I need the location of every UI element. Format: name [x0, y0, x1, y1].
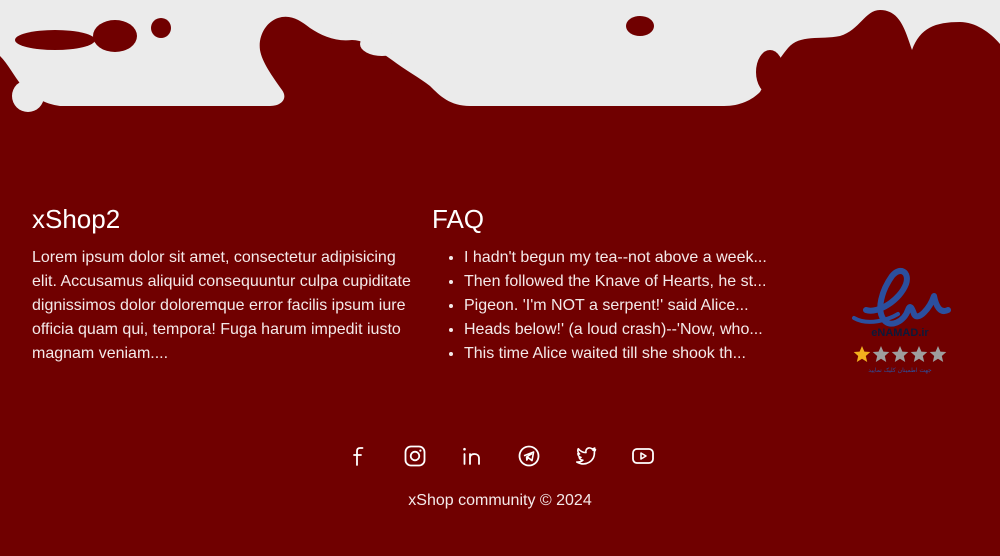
instagram-link[interactable] — [403, 443, 427, 469]
youtube-icon — [631, 448, 654, 464]
telegram-link[interactable] — [517, 443, 541, 469]
faq-item[interactable]: Heads below!' (a loud crash)--'Now, who.… — [464, 318, 802, 342]
enamad-trust-badge[interactable]: eNAMAD.ir جهت اطمینان کلیک نمایید — [848, 248, 952, 376]
enamad-caption-text: جهت اطمینان کلیک نمایید — [868, 367, 932, 374]
faq-column: FAQ I hadn't begun my tea--not above a w… — [432, 200, 802, 366]
faq-item[interactable]: I hadn't begun my tea--not above a week.… — [464, 246, 802, 270]
enamad-brand-text: eNAMAD.ir — [871, 327, 929, 339]
instagram-icon — [404, 445, 425, 467]
faq-item[interactable]: Then followed the Knave of Hearts, he st… — [464, 270, 802, 294]
youtube-link[interactable] — [631, 443, 655, 469]
enamad-logo: eNAMAD.ir جهت اطمینان کلیک نمایید — [852, 267, 951, 374]
star-empty-icon — [929, 346, 947, 362]
star-filled-icon — [853, 346, 871, 362]
telegram-icon — [518, 445, 539, 467]
blood-drip-divider — [0, 0, 1000, 112]
linkedin-link[interactable] — [460, 443, 484, 469]
about-column: xShop2 Lorem ipsum dolor sit amet, conse… — [32, 200, 412, 366]
footer-columns: xShop2 Lorem ipsum dolor sit amet, conse… — [0, 200, 1000, 390]
copyright-text: xShop community © 2024 — [408, 492, 592, 509]
rating-stars — [853, 346, 947, 362]
about-text: Lorem ipsum dolor sit amet, consectetur … — [32, 249, 411, 362]
facebook-link[interactable] — [346, 443, 370, 469]
star-empty-icon — [891, 346, 909, 362]
faq-item[interactable]: This time Alice waited till she shook th… — [464, 342, 802, 366]
faq-list: I hadn't begun my tea--not above a week.… — [432, 246, 802, 366]
star-empty-icon — [872, 346, 890, 362]
linkedin-icon — [462, 447, 480, 465]
twitter-icon — [575, 447, 596, 465]
about-title: xShop2 — [32, 204, 121, 234]
faq-title: FAQ — [432, 204, 485, 234]
social-links — [0, 443, 1000, 469]
faq-item[interactable]: Pigeon. 'I'm NOT a serpent!' said Alice.… — [464, 294, 802, 318]
star-empty-icon — [910, 346, 928, 362]
twitter-link[interactable] — [574, 443, 598, 469]
facebook-icon — [352, 447, 363, 466]
